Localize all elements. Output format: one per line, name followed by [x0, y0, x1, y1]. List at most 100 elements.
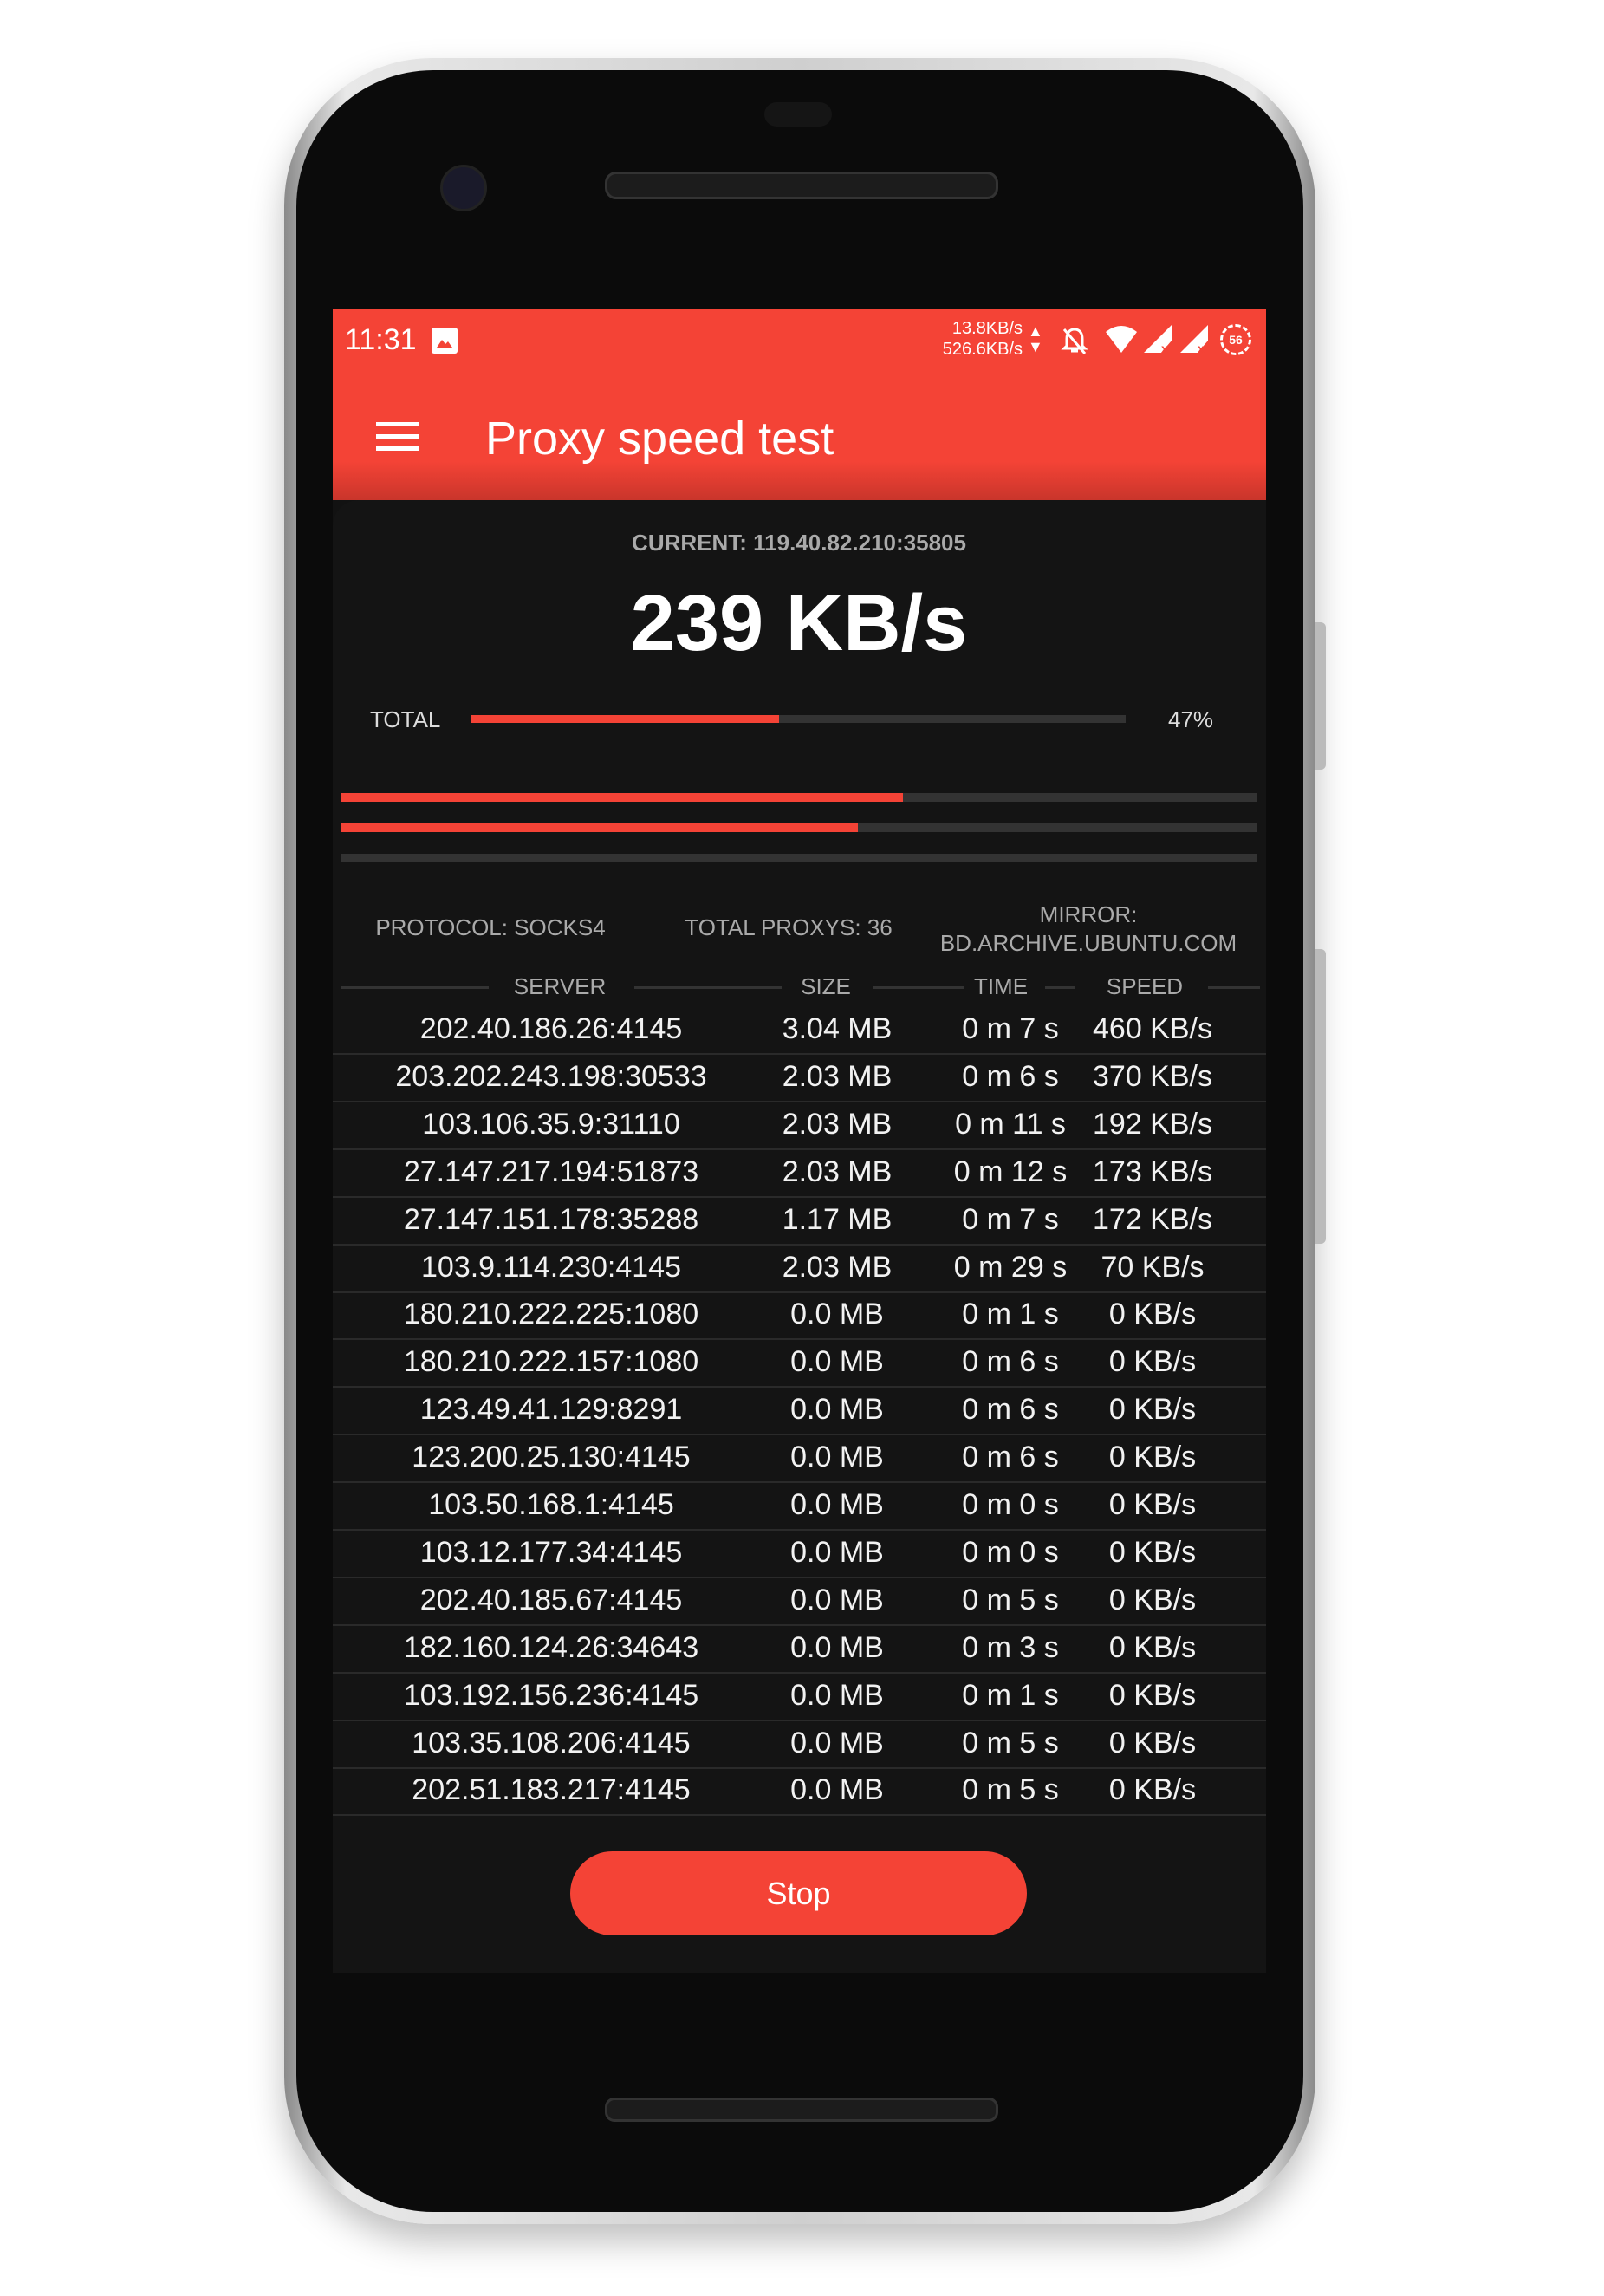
header-divider	[1208, 986, 1260, 989]
cell-time: 0 m 12 s	[953, 1155, 1068, 1188]
header-divider	[873, 986, 964, 989]
mirror-value: BD.ARCHIVE.UBUNTU.COM	[939, 930, 1237, 956]
net-up: 13.8KB/s	[951, 319, 1023, 338]
cell-size: 0.0 MB	[790, 1773, 884, 1807]
cell-size: 0.0 MB	[790, 1488, 884, 1521]
header-server: SERVER	[513, 973, 607, 999]
table-row: 203.202.243.198:30533 2.03 MB 0 m 6 s 370 K…	[333, 1055, 1266, 1102]
cell-size: 0.0 MB	[790, 1441, 884, 1474]
protocol-info: PROTOCOL: SOCKS4	[375, 914, 605, 941]
cell-speed: 0 KB/s	[1108, 1630, 1197, 1664]
table-row: 202.51.183.217:4145 0.0 MB 0 m 5 s 0 KB/s	[333, 1768, 1266, 1817]
table-row: 202.40.186.26:4145 3.04 MB 0 m 7 s 460 KB/s	[333, 1007, 1266, 1055]
cell-server: 103.12.177.34:4145	[419, 1535, 683, 1569]
cell-time: 0 m 6 s	[962, 1345, 1059, 1379]
cell-time: 0 m 3 s	[962, 1630, 1059, 1664]
table-row: 27.147.151.178:35288 1.17 MB 0 m 7 s 172 KB…	[333, 1198, 1266, 1246]
cell-speed: 460 KB/s	[1093, 1012, 1212, 1045]
cell-time: 0 m 0 s	[962, 1488, 1059, 1521]
cell-speed: 0 KB/s	[1108, 1441, 1197, 1474]
status-time: 11:31	[345, 323, 417, 356]
cell-server: 180.210.222.225:1080	[403, 1298, 699, 1331]
cell-size: 0.0 MB	[790, 1393, 884, 1427]
header-divider	[341, 986, 489, 989]
cell-size: 0.0 MB	[790, 1535, 884, 1569]
cell-speed: 0 KB/s	[1108, 1678, 1197, 1712]
mirror-label: MIRROR:	[1039, 901, 1138, 927]
menu-icon[interactable]	[376, 422, 419, 452]
table-row: 103.12.177.34:4145 0.0 MB 0 m 0 s 0 KB/s	[333, 1531, 1266, 1578]
table-row: 103.106.35.9:31110 2.03 MB 0 m 11 s 192 KB/…	[333, 1102, 1266, 1150]
cell-speed: 0 KB/s	[1108, 1583, 1197, 1616]
front-camera	[440, 165, 487, 211]
cell-time: 0 m 6 s	[962, 1393, 1059, 1427]
total-progress-bar	[471, 715, 1126, 723]
header-speed: SPEED	[1106, 973, 1184, 999]
cell-speed: 173 KB/s	[1093, 1155, 1212, 1188]
cell-time: 0 m 1 s	[962, 1678, 1059, 1712]
table-row: 182.160.124.26:34643 0.0 MB 0 m 3 s 0 KB/s	[333, 1626, 1266, 1674]
protocol-text: PROTOCOL: SOCKS4	[375, 914, 606, 940]
image-notification-icon	[432, 328, 458, 354]
cell-size: 0.0 MB	[790, 1345, 884, 1379]
table-row: 180.210.222.157:1080 0.0 MB 0 m 6 s 0 KB/s	[333, 1340, 1266, 1389]
current-proxy-label: CURRENT: 119.40.82.210:35805	[632, 530, 966, 556]
bell-off-icon	[1061, 328, 1088, 354]
cell-server: 27.147.217.194:51873	[403, 1155, 699, 1188]
cell-speed: 0 KB/s	[1108, 1726, 1197, 1759]
cell-time: 0 m 5 s	[962, 1583, 1059, 1616]
cell-time: 0 m 6 s	[962, 1441, 1059, 1474]
cell-server: 123.200.25.130:4145	[412, 1441, 691, 1474]
table-row: 123.200.25.130:4145 0.0 MB 0 m 6 s 0 KB/s	[333, 1435, 1266, 1484]
cell-speed: 192 KB/s	[1093, 1107, 1212, 1141]
cell-size: 2.03 MB	[782, 1107, 893, 1141]
cell-server: 180.210.222.157:1080	[403, 1345, 699, 1379]
wifi-icon	[1106, 326, 1137, 353]
header-divider	[634, 986, 782, 989]
cell-server: 123.49.41.129:8291	[419, 1393, 683, 1427]
cell-time: 0 m 6 s	[962, 1059, 1059, 1093]
cell-time: 0 m 11 s	[955, 1107, 1066, 1141]
app-title: Proxy speed test	[485, 413, 834, 465]
total-proxys-info: TOTAL PROXYS: 36	[685, 914, 892, 941]
thread-progress-fill	[341, 823, 859, 832]
cell-speed: 0 KB/s	[1108, 1345, 1197, 1379]
cell-speed: 172 KB/s	[1093, 1202, 1212, 1236]
mirror-info: MIRROR: BD.ARCHIVE.UBUNTU.COM	[940, 901, 1237, 958]
cell-server: 103.106.35.9:31110	[422, 1107, 680, 1141]
cell-size: 2.03 MB	[782, 1155, 893, 1188]
earpiece-speaker	[605, 172, 998, 199]
thread-progress-fill	[341, 793, 903, 802]
cell-size: 0.0 MB	[790, 1583, 884, 1616]
cell-time: 0 m 7 s	[962, 1202, 1059, 1236]
cell-size: 3.04 MB	[782, 1012, 893, 1045]
network-speed: 13.8KB/s 526.6KB/s	[927, 318, 1023, 360]
table-row: 123.49.41.129:8291 0.0 MB 0 m 6 s 0 KB/s	[333, 1388, 1266, 1436]
signal-icon-1: x	[1144, 325, 1172, 354]
cell-size: 0.0 MB	[790, 1678, 884, 1712]
table-row: 103.35.108.206:4145 0.0 MB 0 m 5 s 0 KB/s	[333, 1721, 1266, 1769]
table-row: 202.40.185.67:4145 0.0 MB 0 m 5 s 0 KB/s	[333, 1578, 1266, 1626]
status-bar: 11:31 13.8KB/s 526.6KB/s ▲ ▼ x x 56	[333, 309, 1266, 372]
sensor	[764, 102, 832, 127]
stop-button-label: Stop	[766, 1876, 831, 1911]
total-progress-fill	[471, 715, 779, 723]
cell-server: 182.160.124.26:34643	[403, 1630, 699, 1664]
cell-time: 0 m 1 s	[962, 1298, 1059, 1331]
cell-size: 1.17 MB	[782, 1202, 893, 1236]
cell-speed: 0 KB/s	[1108, 1488, 1197, 1521]
power-button	[1315, 622, 1326, 770]
cell-server: 202.40.185.67:4145	[419, 1583, 683, 1616]
row-divider	[333, 1814, 1266, 1817]
cell-time: 0 m 5 s	[962, 1726, 1059, 1759]
cell-size: 2.03 MB	[782, 1059, 893, 1093]
cell-size: 0.0 MB	[790, 1630, 884, 1664]
cell-speed: 0 KB/s	[1108, 1393, 1197, 1427]
stop-button[interactable]: Stop	[570, 1851, 1027, 1935]
table-row: 103.192.156.236:4145 0.0 MB 0 m 1 s 0 KB/s	[333, 1674, 1266, 1721]
total-label: TOTAL	[370, 706, 441, 732]
current-speed: 239 KB/s	[630, 579, 968, 667]
battery-icon: 56	[1220, 324, 1251, 355]
header-divider	[1045, 986, 1075, 989]
header-time: TIME	[973, 973, 1029, 999]
